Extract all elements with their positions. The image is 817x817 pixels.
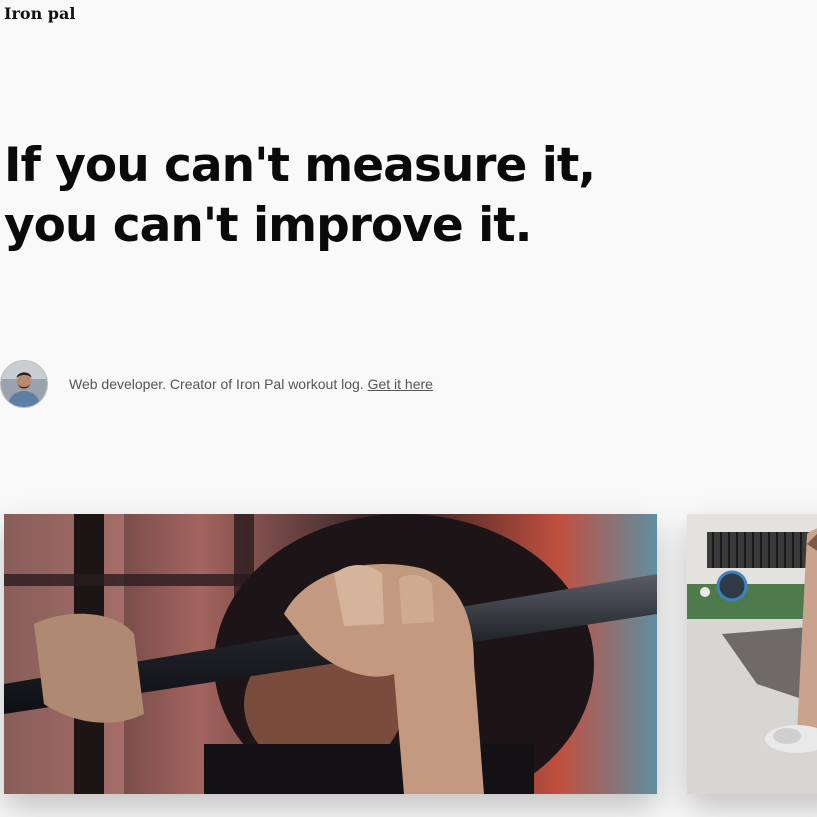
gym-floor-photo <box>687 514 817 794</box>
author-bio-text: Web developer. Creator of Iron Pal worko… <box>69 375 433 393</box>
bio-description: Web developer. Creator of Iron Pal worko… <box>69 376 368 392</box>
site-title[interactable]: Iron pal <box>4 3 75 25</box>
author-bio: Web developer. Creator of Iron Pal worko… <box>0 359 433 409</box>
post-card-barbell[interactable] <box>4 514 657 794</box>
barbell-grip-photo <box>4 514 657 794</box>
get-it-here-link[interactable]: Get it here <box>368 376 433 392</box>
post-card-gym-floor[interactable] <box>687 514 817 794</box>
author-avatar[interactable] <box>0 360 48 408</box>
page-headline: If you can't measure it, you can't impro… <box>4 138 596 253</box>
